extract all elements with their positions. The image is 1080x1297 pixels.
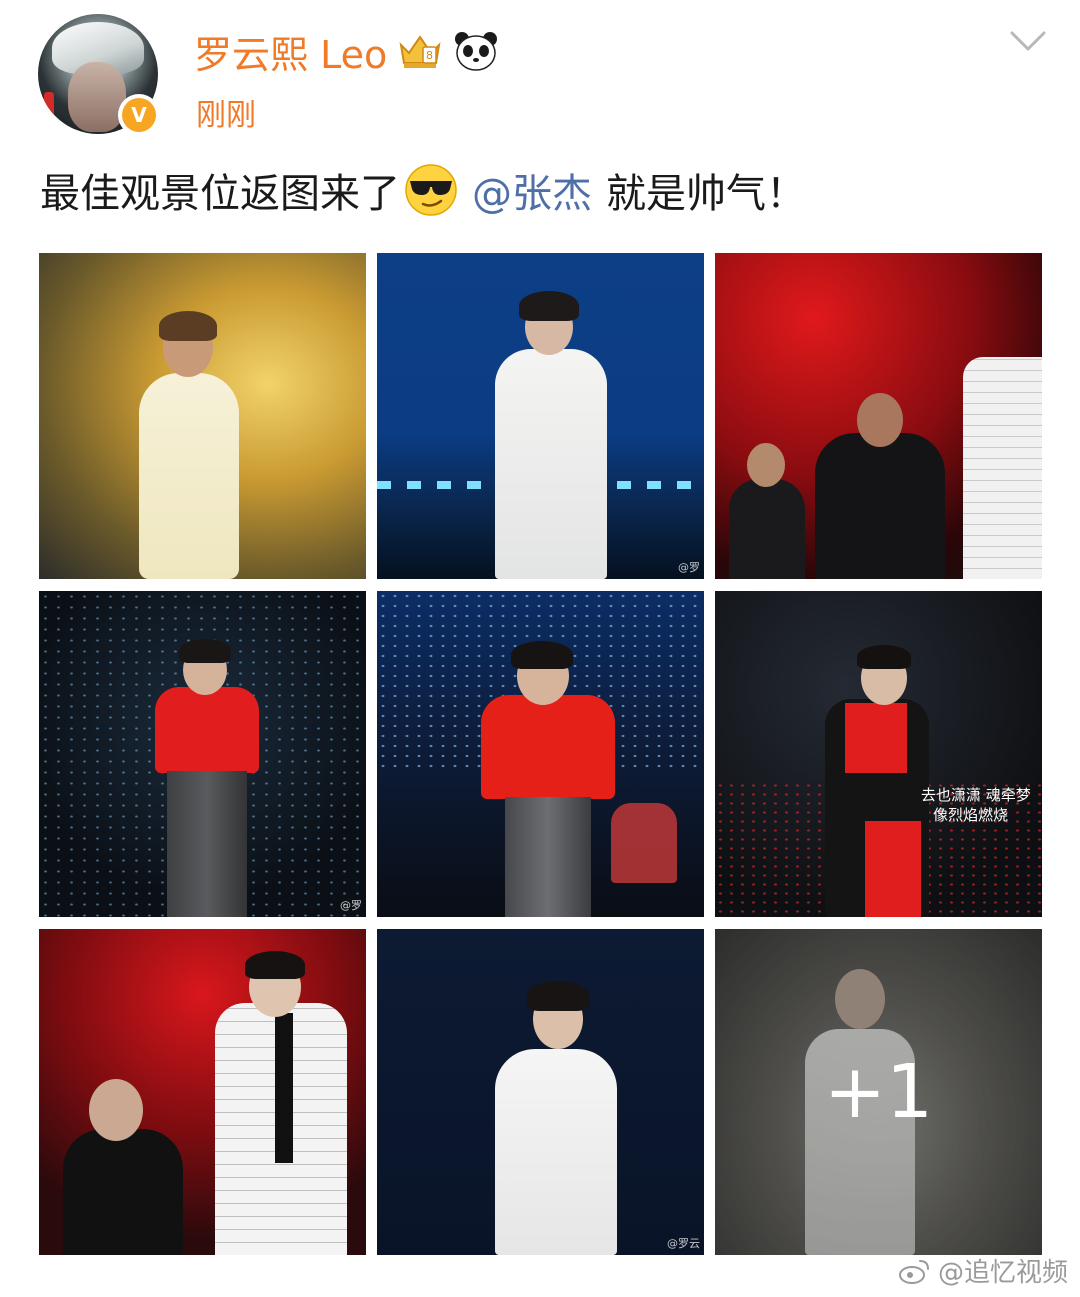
post-timestamp: 刚刚	[196, 98, 256, 133]
photo-figure-hair	[511, 641, 573, 669]
photo-figure-pants	[167, 771, 247, 917]
photo-thumbnail[interactable]: @罗云	[377, 929, 704, 1255]
photo-watermark: @罗	[678, 561, 700, 574]
mention-link[interactable]: @张杰	[472, 161, 592, 219]
photo-thumbnail[interactable]: @罗	[39, 591, 366, 917]
photo-thumbnail[interactable]: 去也潇潇 魂牵梦 像烈焰燃烧	[715, 591, 1042, 917]
photo-figure-shirt	[481, 695, 615, 799]
avatar-accent	[44, 92, 54, 122]
photo-watermark: @罗	[340, 899, 362, 912]
photo-dancer-head	[857, 393, 903, 447]
crown-icon: 8	[399, 35, 441, 68]
photo-watermark: @罗云	[667, 1237, 700, 1250]
photo-background-figure-head	[89, 1079, 143, 1141]
footer-watermark-text: @追忆视频	[937, 1258, 1068, 1288]
photo-figure	[495, 1049, 617, 1255]
photo-figure	[495, 349, 607, 579]
avatar-face	[68, 62, 126, 132]
photo-figure-hair	[159, 311, 217, 341]
photo-figure-shirt	[845, 703, 907, 773]
photo-dancer-head	[747, 443, 785, 487]
photo-figure	[139, 373, 239, 579]
photo-figure-hair	[527, 981, 589, 1011]
photo-thumbnail[interactable]	[377, 591, 704, 917]
photo-figure-shirt	[155, 687, 259, 773]
photo-thumbnail[interactable]	[715, 253, 1042, 579]
photo-background-figure	[611, 803, 677, 883]
post-text: 最佳观景位返图来了 @张杰 就是帅气！	[40, 160, 806, 220]
photo-thumbnail[interactable]	[39, 929, 366, 1255]
photo-thumbnail[interactable]	[39, 253, 366, 579]
more-photos-count[interactable]: +1	[715, 929, 1042, 1255]
photo-figure	[963, 357, 1042, 579]
sunglasses-emoji-icon	[405, 164, 457, 216]
panda-icon	[455, 32, 498, 71]
photo-thumbnail[interactable]: +1	[715, 929, 1042, 1255]
photo-figure-hair	[179, 639, 231, 663]
weibo-logo-icon	[898, 1259, 929, 1284]
verified-badge-icon: V	[118, 94, 160, 136]
svg-text:8: 8	[426, 49, 433, 62]
photo-figure-hair	[519, 291, 579, 321]
photo-dancer	[815, 433, 945, 579]
photo-figure-pants	[505, 797, 591, 917]
footer-watermark: @追忆视频	[898, 1252, 1068, 1289]
photo-grid: @罗 @罗 去也潇潇 魂牵梦 像烈焰燃烧 @罗云 +1	[39, 253, 1042, 1255]
photo-figure-tie	[275, 1013, 293, 1163]
photo-lyric-line: 像烈焰燃烧	[933, 806, 1009, 824]
photo-figure-hair	[245, 951, 305, 979]
username-row: 罗云熙 Leo 8	[194, 24, 499, 78]
post-text-tail: 就是帅气！	[606, 171, 806, 217]
photo-figure-pants	[865, 821, 921, 917]
username[interactable]: 罗云熙 Leo	[194, 24, 387, 79]
post-text-main: 最佳观景位返图来了	[40, 171, 400, 217]
photo-lyric-line: 去也潇潇 魂牵梦	[921, 786, 1031, 804]
photo-thumbnail[interactable]: @罗	[377, 253, 704, 579]
photo-background-figure	[63, 1129, 183, 1255]
photo-dancer	[729, 479, 805, 579]
photo-figure-hair	[857, 645, 911, 669]
chevron-down-icon[interactable]	[1008, 28, 1048, 54]
